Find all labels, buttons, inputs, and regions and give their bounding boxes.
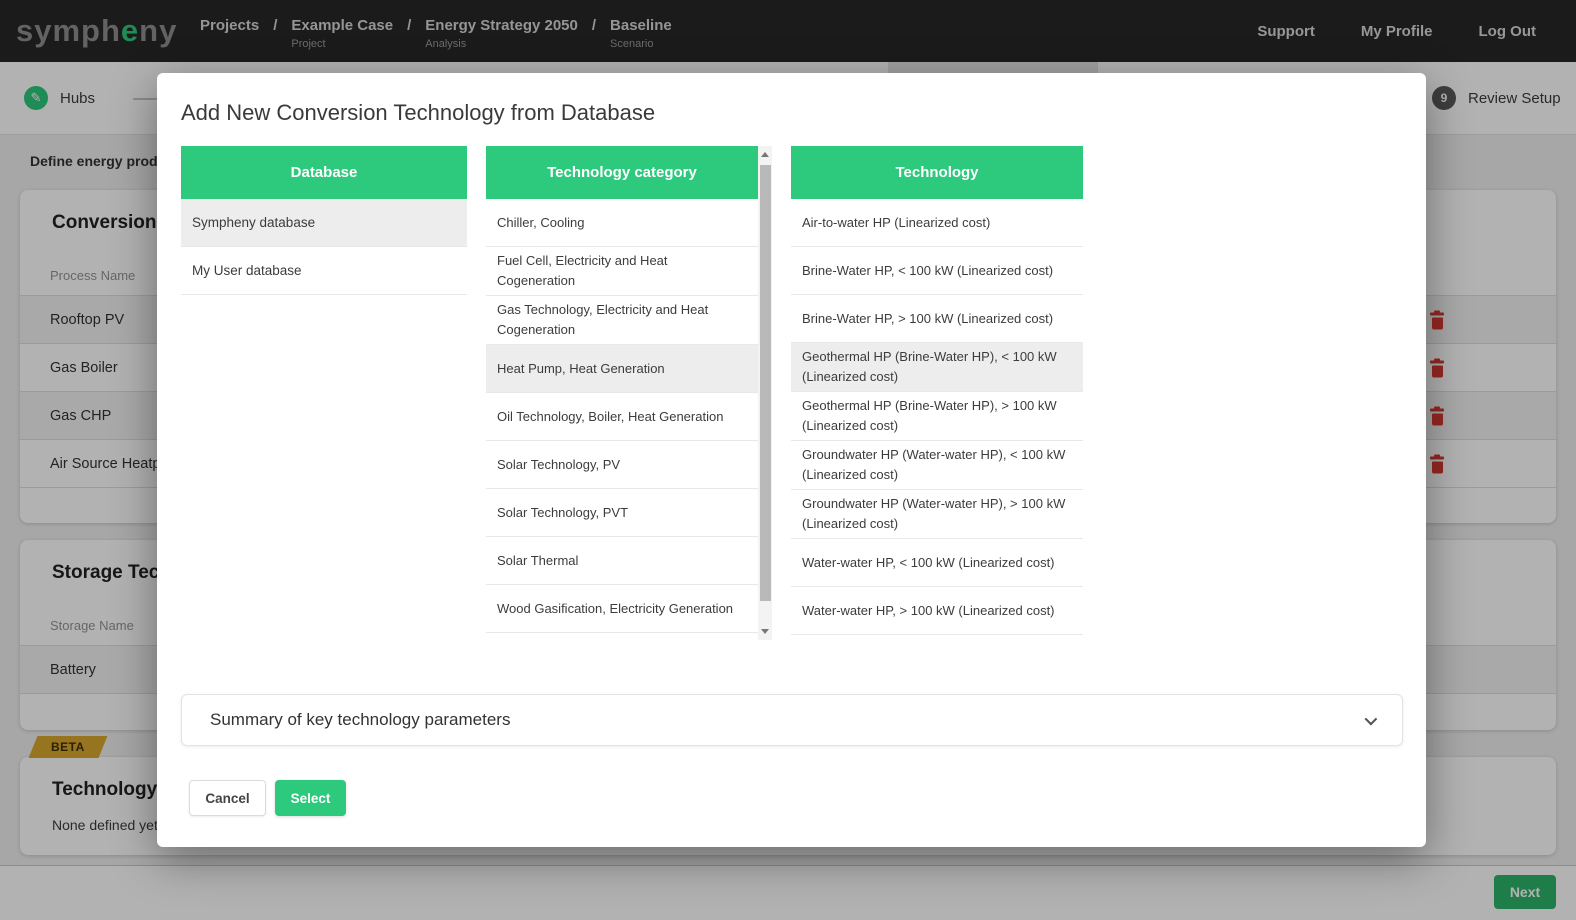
category-item[interactable]: Solar Technology, PVT bbox=[486, 489, 758, 537]
database-item[interactable]: My User database bbox=[181, 247, 467, 295]
select-button[interactable]: Select bbox=[275, 780, 346, 816]
technology-item[interactable]: Geothermal HP (Brine-Water HP), < 100 kW… bbox=[791, 343, 1083, 392]
cancel-button[interactable]: Cancel bbox=[189, 780, 266, 816]
technology-column-header: Technology bbox=[791, 146, 1083, 199]
technology-column: Technology Air-to-water HP (Linearized c… bbox=[791, 146, 1083, 640]
category-item[interactable]: Gas Technology, Electricity and Heat Cog… bbox=[486, 296, 758, 345]
technology-item[interactable]: Water-water HP, < 100 kW (Linearized cos… bbox=[791, 539, 1083, 587]
category-item[interactable]: Wood Gasification, Electricity Generatio… bbox=[486, 585, 758, 633]
scrollbar-thumb[interactable] bbox=[760, 165, 771, 601]
technology-item[interactable]: Air-to-water HP (Linearized cost) bbox=[791, 199, 1083, 247]
scroll-down-arrow-icon[interactable] bbox=[761, 629, 769, 634]
category-item[interactable]: Wood Technology, Boiler, Heat bbox=[486, 633, 758, 640]
category-scrollbar[interactable] bbox=[758, 146, 772, 640]
category-item[interactable]: Heat Pump, Heat Generation bbox=[486, 345, 758, 393]
technology-category-column: Technology category Chiller, CoolingFuel… bbox=[486, 146, 758, 640]
category-item[interactable]: Solar Thermal bbox=[486, 537, 758, 585]
app-screen: sympheny Projects/Example CaseProject/En… bbox=[0, 0, 1576, 920]
category-item[interactable]: Chiller, Cooling bbox=[486, 199, 758, 247]
technology-item[interactable]: Groundwater HP (Water-water HP), < 100 k… bbox=[791, 441, 1083, 490]
technology-item[interactable]: Groundwater HP (Water-water HP), > 100 k… bbox=[791, 490, 1083, 539]
database-list: Sympheny databaseMy User database bbox=[181, 199, 467, 295]
category-column-header: Technology category bbox=[486, 146, 758, 199]
scroll-up-arrow-icon[interactable] bbox=[761, 152, 769, 157]
category-item[interactable]: Fuel Cell, Electricity and Heat Cogenera… bbox=[486, 247, 758, 296]
category-list: Chiller, CoolingFuel Cell, Electricity a… bbox=[486, 199, 758, 640]
chevron-down-icon bbox=[1365, 712, 1378, 725]
technology-item[interactable]: Water-water HP, > 100 kW (Linearized cos… bbox=[791, 587, 1083, 635]
technology-item[interactable]: Brine-Water HP, > 100 kW (Linearized cos… bbox=[791, 295, 1083, 343]
technology-list: Air-to-water HP (Linearized cost)Brine-W… bbox=[791, 199, 1083, 635]
category-item[interactable]: Solar Technology, PV bbox=[486, 441, 758, 489]
database-item[interactable]: Sympheny database bbox=[181, 199, 467, 247]
database-column: Database Sympheny databaseMy User databa… bbox=[181, 146, 467, 640]
category-item[interactable]: Oil Technology, Boiler, Heat Generation bbox=[486, 393, 758, 441]
technology-item[interactable]: Geothermal HP (Brine-Water HP), > 100 kW… bbox=[791, 392, 1083, 441]
add-conversion-technology-dialog: Add New Conversion Technology from Datab… bbox=[157, 73, 1426, 847]
database-column-header: Database bbox=[181, 146, 467, 199]
technology-item[interactable]: Brine-Water HP, < 100 kW (Linearized cos… bbox=[791, 247, 1083, 295]
summary-expander[interactable]: Summary of key technology parameters bbox=[181, 694, 1403, 746]
summary-label: Summary of key technology parameters bbox=[210, 710, 510, 730]
dialog-buttons: Cancel Select bbox=[189, 780, 346, 816]
dialog-title: Add New Conversion Technology from Datab… bbox=[181, 100, 655, 126]
